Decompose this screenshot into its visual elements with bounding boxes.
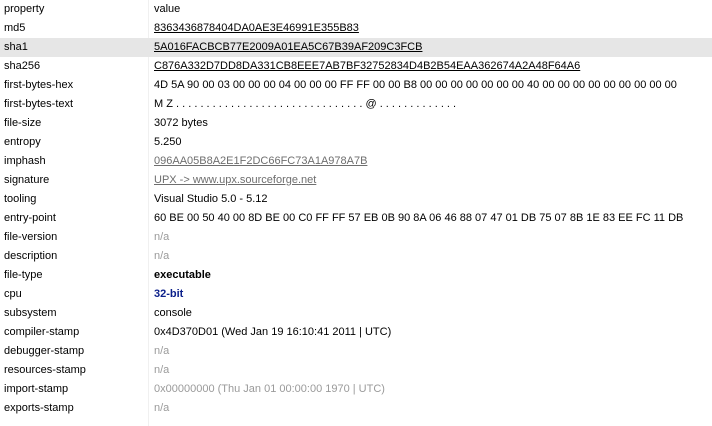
property-value: Visual Studio 5.0 - 5.12 <box>154 193 268 205</box>
property-name: sha256 <box>4 60 41 72</box>
property-value: 0x4D370D01 (Wed Jan 19 16:10:41 2011 | U… <box>154 326 392 338</box>
property-row-file-version[interactable]: file-version n/a <box>0 228 712 247</box>
property-name: subsystem <box>4 307 57 319</box>
property-name: resources-stamp <box>4 364 86 376</box>
property-row-debugger-stamp[interactable]: debugger-stamp n/a <box>0 342 712 361</box>
property-row-exports-stamp[interactable]: exports-stamp n/a <box>0 399 712 418</box>
property-value: 60 BE 00 50 40 00 8D BE 00 C0 FF FF 57 E… <box>154 212 684 224</box>
property-name: cpu <box>4 288 22 300</box>
property-name: entropy <box>4 136 41 148</box>
property-name: tooling <box>4 193 37 205</box>
property-row-entropy[interactable]: entropy 5.250 <box>0 133 712 152</box>
header-row: property value <box>0 0 712 19</box>
value-column-header[interactable]: value <box>154 0 180 19</box>
property-name: first-bytes-hex <box>4 79 74 91</box>
property-name: file-version <box>4 231 58 243</box>
property-value: n/a <box>154 345 170 357</box>
property-name: exports-stamp <box>4 402 74 414</box>
property-row-compiler-stamp[interactable]: compiler-stamp 0x4D370D01 (Wed Jan 19 16:… <box>0 323 712 342</box>
property-value: 0x00000000 (Thu Jan 01 00:00:00 1970 | U… <box>154 383 385 395</box>
property-name: first-bytes-text <box>4 98 74 110</box>
property-name: entry-point <box>4 212 56 224</box>
property-value-link[interactable]: 8363436878404DA0AE3E46991E355B83 <box>154 19 359 38</box>
property-row-first-bytes-hex[interactable]: first-bytes-hex 4D 5A 90 00 03 00 00 00 0… <box>0 76 712 95</box>
property-value: 4D 5A 90 00 03 00 00 00 04 00 00 00 FF F… <box>154 79 677 91</box>
property-row-md5[interactable]: md5 8363436878404DA0AE3E46991E355B83 <box>0 19 712 38</box>
property-name: debugger-stamp <box>4 345 85 357</box>
property-value: M Z . . . . . . . . . . . . . . . . . . … <box>154 98 457 110</box>
property-name: md5 <box>4 22 26 34</box>
property-name: file-type <box>4 269 43 281</box>
property-row-file-type[interactable]: file-type executable <box>0 266 712 285</box>
property-name: sha1 <box>4 41 28 53</box>
property-name: file-size <box>4 117 42 129</box>
property-name: compiler-stamp <box>4 326 80 338</box>
property-row-import-stamp[interactable]: import-stamp 0x00000000 (Thu Jan 01 00:00… <box>0 380 712 399</box>
property-value-link[interactable]: UPX -> www.upx.sourceforge.net <box>154 171 316 190</box>
property-row-description[interactable]: description n/a <box>0 247 712 266</box>
property-row-imphash[interactable]: imphash 096AA05B8A2E1F2DC66FC73A1A978A7B <box>0 152 712 171</box>
property-row-sha1[interactable]: sha1 5A016FACBCB77E2009A01EA5C67B39AF209C… <box>0 38 712 57</box>
property-value: n/a <box>154 250 170 262</box>
property-value-link[interactable]: C876A332D7DD8DA331CB8EEE7AB7BF32752834D4… <box>154 57 580 76</box>
property-value: console <box>154 307 192 319</box>
property-value: n/a <box>154 364 170 376</box>
property-value: n/a <box>154 231 170 243</box>
properties-grid: property value md5 8363436878404DA0AE3E46… <box>0 0 712 426</box>
property-value: 3072 bytes <box>154 117 208 129</box>
property-name: import-stamp <box>4 383 69 395</box>
property-value: executable <box>154 269 211 281</box>
property-row-cpu[interactable]: cpu 32-bit <box>0 285 712 304</box>
property-row-entry-point[interactable]: entry-point 60 BE 00 50 40 00 8D BE 00 C0… <box>0 209 712 228</box>
property-row-file-size[interactable]: file-size 3072 bytes <box>0 114 712 133</box>
property-name: signature <box>4 174 50 186</box>
property-name: imphash <box>4 155 46 167</box>
property-row-resources-stamp[interactable]: resources-stamp n/a <box>0 361 712 380</box>
property-value: n/a <box>154 402 170 414</box>
property-column-header[interactable]: property <box>4 0 44 19</box>
property-value: 32-bit <box>154 288 184 300</box>
property-row-sha256[interactable]: sha256 C876A332D7DD8DA331CB8EEE7AB7BF3275… <box>0 57 712 76</box>
property-list: md5 8363436878404DA0AE3E46991E355B83 sha1 5… <box>0 19 712 418</box>
property-value: 5.250 <box>154 136 182 148</box>
property-row-subsystem[interactable]: subsystem console <box>0 304 712 323</box>
property-value-link[interactable]: 5A016FACBCB77E2009A01EA5C67B39AF209C3FCB <box>154 38 422 57</box>
property-value-link[interactable]: 096AA05B8A2E1F2DC66FC73A1A978A7B <box>154 152 367 171</box>
property-row-first-bytes-text[interactable]: first-bytes-text M Z . . . . . . . . . . … <box>0 95 712 114</box>
property-row-tooling[interactable]: tooling Visual Studio 5.0 - 5.12 <box>0 190 712 209</box>
property-name: description <box>4 250 58 262</box>
property-row-signature[interactable]: signature UPX -> www.upx.sourceforge.net <box>0 171 712 190</box>
